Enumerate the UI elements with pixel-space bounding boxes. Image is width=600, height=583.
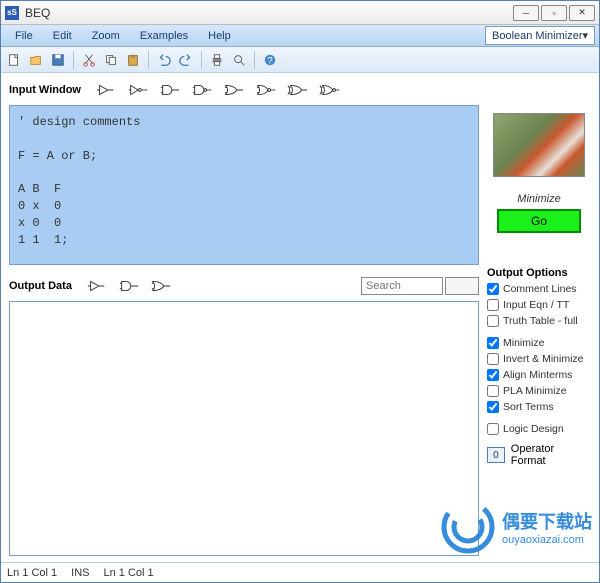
output-gates xyxy=(86,279,172,293)
search-wrap xyxy=(361,277,479,295)
statusbar: Ln 1 Col 1 INS Ln 1 Col 1 xyxy=(1,562,599,582)
copy-icon[interactable] xyxy=(102,51,120,69)
gate-not-icon[interactable] xyxy=(127,83,149,97)
option-row: Logic Design xyxy=(487,423,584,435)
status-pos2: Ln 1 Col 1 xyxy=(104,567,154,579)
gate-or-icon[interactable] xyxy=(223,83,245,97)
window-controls: ─ ▫ ✕ xyxy=(513,5,595,21)
undo-icon[interactable] xyxy=(155,51,173,69)
operator-format-label: Operator Format xyxy=(511,443,591,467)
option-checkbox-1[interactable] xyxy=(487,299,499,311)
svg-text:?: ? xyxy=(267,55,272,66)
input-gates xyxy=(95,83,341,97)
gate-and-icon[interactable] xyxy=(159,83,181,97)
operator-format-value[interactable]: 0 xyxy=(487,447,505,463)
menubar: File Edit Zoom Examples Help Boolean Min… xyxy=(1,25,599,47)
option-checkbox-7[interactable] xyxy=(487,401,499,413)
toolbar: ? xyxy=(1,47,599,73)
option-label: Logic Design xyxy=(503,423,564,435)
option-checkbox-0[interactable] xyxy=(487,283,499,295)
option-row: Comment Lines xyxy=(487,283,584,295)
go-button[interactable]: Go xyxy=(497,209,581,233)
menu-examples[interactable]: Examples xyxy=(130,27,198,45)
content-area: Input Window ' design comments F = A or … xyxy=(1,73,599,562)
output-header: Output Data xyxy=(9,275,479,297)
new-doc-icon[interactable] xyxy=(5,51,23,69)
mode-dropdown[interactable]: Boolean Minimizer xyxy=(485,26,595,45)
input-header: Input Window xyxy=(9,79,479,101)
option-checkbox-5[interactable] xyxy=(487,369,499,381)
option-checkbox-2[interactable] xyxy=(487,315,499,327)
minimize-label: Minimize xyxy=(517,193,560,205)
option-label: Input Eqn / TT xyxy=(503,299,569,311)
close-window-button[interactable]: ✕ xyxy=(569,5,595,21)
app-window: sS BEQ ─ ▫ ✕ File Edit Zoom Examples Hel… xyxy=(0,0,600,583)
window-title: BEQ xyxy=(25,6,513,20)
output-title: Output Data xyxy=(9,280,72,292)
menu-edit[interactable]: Edit xyxy=(43,27,82,45)
option-label: Minimize xyxy=(503,337,544,349)
option-label: PLA Minimize xyxy=(503,385,567,397)
menu-zoom[interactable]: Zoom xyxy=(82,27,130,45)
option-label: Truth Table - full xyxy=(503,315,578,327)
option-row: Truth Table - full xyxy=(487,315,584,327)
option-row: Invert & Minimize xyxy=(487,353,584,365)
output-textarea[interactable] xyxy=(9,301,479,556)
left-column: Input Window ' design comments F = A or … xyxy=(9,79,479,556)
cut-icon[interactable] xyxy=(80,51,98,69)
gate-nand-icon[interactable] xyxy=(191,83,213,97)
menu-file[interactable]: File xyxy=(5,27,43,45)
preview-icon[interactable] xyxy=(230,51,248,69)
gate-and-icon[interactable] xyxy=(118,279,140,293)
gate-buffer-icon[interactable] xyxy=(86,279,108,293)
titlebar: sS BEQ ─ ▫ ✕ xyxy=(1,1,599,25)
redo-icon[interactable] xyxy=(177,51,195,69)
search-input[interactable] xyxy=(361,277,443,295)
output-options-title: Output Options xyxy=(487,267,568,279)
print-icon[interactable] xyxy=(208,51,226,69)
gate-buffer-icon[interactable] xyxy=(95,83,117,97)
option-checkbox-3[interactable] xyxy=(487,337,499,349)
gate-nor-icon[interactable] xyxy=(255,83,277,97)
gate-xor-icon[interactable] xyxy=(287,83,309,97)
search-button[interactable] xyxy=(445,277,479,295)
option-label: Sort Terms xyxy=(503,401,554,413)
option-row: PLA Minimize xyxy=(487,385,584,397)
gate-xnor-icon[interactable] xyxy=(319,83,341,97)
input-title: Input Window xyxy=(9,84,81,96)
operator-format-row: 0 Operator Format xyxy=(487,443,591,467)
app-icon: sS xyxy=(5,6,19,20)
option-checkbox-8[interactable] xyxy=(487,423,499,435)
input-textarea[interactable]: ' design comments F = A or B; A B F 0 x … xyxy=(9,105,479,265)
save-icon[interactable] xyxy=(49,51,67,69)
option-row: Input Eqn / TT xyxy=(487,299,584,311)
minimize-window-button[interactable]: ─ xyxy=(513,5,539,21)
right-column: Minimize Go Output Options Comment Lines… xyxy=(487,79,591,556)
open-icon[interactable] xyxy=(27,51,45,69)
menu-help[interactable]: Help xyxy=(198,27,241,45)
option-label: Align Minterms xyxy=(503,369,572,381)
option-row: Minimize xyxy=(487,337,584,349)
status-ins: INS xyxy=(71,567,89,579)
help-icon[interactable]: ? xyxy=(261,51,279,69)
option-row: Align Minterms xyxy=(487,369,584,381)
option-label: Invert & Minimize xyxy=(503,353,584,365)
maximize-window-button[interactable]: ▫ xyxy=(541,5,567,21)
gate-or-icon[interactable] xyxy=(150,279,172,293)
option-checkbox-6[interactable] xyxy=(487,385,499,397)
paste-icon[interactable] xyxy=(124,51,142,69)
mode-value: Boolean Minimizer xyxy=(492,30,582,42)
status-pos1: Ln 1 Col 1 xyxy=(7,567,57,579)
option-checkbox-4[interactable] xyxy=(487,353,499,365)
option-row: Sort Terms xyxy=(487,401,584,413)
option-label: Comment Lines xyxy=(503,283,577,295)
panda-image xyxy=(493,113,585,177)
